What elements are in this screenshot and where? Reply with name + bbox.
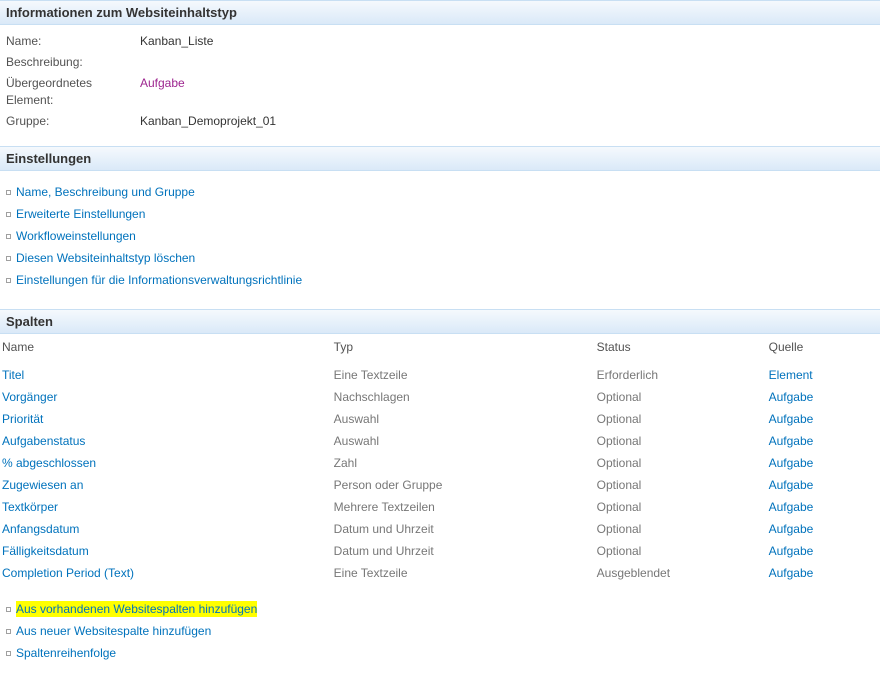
column-name-link[interactable]: Anfangsdatum <box>2 522 79 536</box>
settings-link-item: Diesen Websiteinhaltstyp löschen <box>6 247 874 269</box>
column-source-link[interactable]: Aufgabe <box>769 522 814 536</box>
column-status: Optional <box>587 386 759 408</box>
section-header-info: Informationen zum Websiteinhaltstyp <box>0 0 880 25</box>
column-name-link[interactable]: Vorgänger <box>2 390 57 404</box>
column-status: Optional <box>587 452 759 474</box>
column-status: Optional <box>587 474 759 496</box>
info-value: Kanban_Demoprojekt_01 <box>140 113 276 130</box>
column-action-item: Aus neuer Websitespalte hinzufügen <box>6 620 874 642</box>
bullet-icon <box>6 190 11 195</box>
table-row: Vorgänger NachschlagenOptional Aufgabe <box>0 386 880 408</box>
column-type: Eine Textzeile <box>324 364 587 386</box>
section-header-columns: Spalten <box>0 309 880 334</box>
column-name-link[interactable]: Fälligkeitsdatum <box>2 544 89 558</box>
column-header-name[interactable]: Name <box>0 334 324 364</box>
column-header-status[interactable]: Status <box>587 334 759 364</box>
column-type: Person oder Gruppe <box>324 474 587 496</box>
column-source-link[interactable]: Aufgabe <box>769 390 814 404</box>
column-type: Mehrere Textzeilen <box>324 496 587 518</box>
settings-link[interactable]: Diesen Websiteinhaltstyp löschen <box>16 250 195 266</box>
column-status: Optional <box>587 496 759 518</box>
parent-link[interactable]: Aufgabe <box>140 75 185 109</box>
info-label: Gruppe: <box>6 113 140 130</box>
column-type: Auswahl <box>324 430 587 452</box>
column-type: Datum und Uhrzeit <box>324 518 587 540</box>
column-source-link[interactable]: Aufgabe <box>769 544 814 558</box>
table-row: Textkörper Mehrere TextzeilenOptional Aufg… <box>0 496 880 518</box>
columns-header-row: Name Typ Status Quelle <box>0 334 880 364</box>
bullet-icon <box>6 234 11 239</box>
column-name-link[interactable]: Aufgabenstatus <box>2 434 85 448</box>
table-row: Anfangsdatum Datum und UhrzeitOptional Auf… <box>0 518 880 540</box>
column-type: Nachschlagen <box>324 386 587 408</box>
info-row-description: Beschreibung: <box>6 52 874 73</box>
bullet-icon <box>6 629 11 634</box>
settings-link-item: Name, Beschreibung und Gruppe <box>6 181 874 203</box>
column-status: Optional <box>587 430 759 452</box>
column-action-item: Spaltenreihenfolge <box>6 642 874 664</box>
column-source-link[interactable]: Aufgabe <box>769 500 814 514</box>
column-name-link[interactable]: Titel <box>2 368 24 382</box>
table-row: Priorität AuswahlOptional Aufgabe <box>0 408 880 430</box>
column-header-source[interactable]: Quelle <box>759 334 880 364</box>
column-status: Optional <box>587 518 759 540</box>
column-source-link[interactable]: Aufgabe <box>769 412 814 426</box>
settings-list: Name, Beschreibung und Gruppe Erweiterte … <box>6 181 874 291</box>
info-row-parent: Übergeordnetes Element: Aufgabe <box>6 73 874 111</box>
column-name-link[interactable]: Completion Period (Text) <box>2 566 134 580</box>
info-value: Kanban_Liste <box>140 33 213 50</box>
column-source-link[interactable]: Aufgabe <box>769 566 814 580</box>
table-row: Titel Eine TextzeileErforderlich Element <box>0 364 880 386</box>
column-status: Optional <box>587 540 759 562</box>
settings-link[interactable]: Workfloweinstellungen <box>16 228 136 244</box>
bullet-icon <box>6 256 11 261</box>
settings-link[interactable]: Einstellungen für die Informationsverwal… <box>16 272 302 288</box>
bullet-icon <box>6 607 11 612</box>
column-actions-list: Aus vorhandenen Websitespalten hinzufüge… <box>6 598 874 664</box>
column-source-link[interactable]: Aufgabe <box>769 434 814 448</box>
info-label: Name: <box>6 33 140 50</box>
column-status: Optional <box>587 408 759 430</box>
table-row: % abgeschlossen ZahlOptional Aufgabe <box>0 452 880 474</box>
column-source-link[interactable]: Element <box>769 368 813 382</box>
column-name-link[interactable]: % abgeschlossen <box>2 456 96 470</box>
table-row: Fälligkeitsdatum Datum und UhrzeitOptiona… <box>0 540 880 562</box>
info-table: Name: Kanban_Liste Beschreibung: Übergeo… <box>6 31 874 132</box>
settings-link[interactable]: Erweiterte Einstellungen <box>16 206 145 222</box>
info-label: Übergeordnetes Element: <box>6 75 140 109</box>
column-type: Zahl <box>324 452 587 474</box>
column-name-link[interactable]: Zugewiesen an <box>2 478 83 492</box>
bullet-icon <box>6 212 11 217</box>
bullet-icon <box>6 651 11 656</box>
column-source-link[interactable]: Aufgabe <box>769 478 814 492</box>
info-label: Beschreibung: <box>6 54 140 71</box>
column-type: Auswahl <box>324 408 587 430</box>
column-name-link[interactable]: Priorität <box>2 412 43 426</box>
column-action-item: Aus vorhandenen Websitespalten hinzufüge… <box>6 598 874 620</box>
column-status: Erforderlich <box>587 364 759 386</box>
bullet-icon <box>6 278 11 283</box>
column-header-type[interactable]: Typ <box>324 334 587 364</box>
settings-link-item: Erweiterte Einstellungen <box>6 203 874 225</box>
settings-link-item: Einstellungen für die Informationsverwal… <box>6 269 874 291</box>
column-type: Datum und Uhrzeit <box>324 540 587 562</box>
table-row: Aufgabenstatus AuswahlOptional Aufgabe <box>0 430 880 452</box>
column-status: Ausgeblendet <box>587 562 759 584</box>
column-action-link[interactable]: Spaltenreihenfolge <box>16 645 116 661</box>
column-action-link[interactable]: Aus vorhandenen Websitespalten hinzufüge… <box>16 601 257 617</box>
settings-link[interactable]: Name, Beschreibung und Gruppe <box>16 184 195 200</box>
table-row: Completion Period (Text)Eine TextzeileAu… <box>0 562 880 584</box>
info-row-name: Name: Kanban_Liste <box>6 31 874 52</box>
column-source-link[interactable]: Aufgabe <box>769 456 814 470</box>
section-header-settings: Einstellungen <box>0 146 880 171</box>
settings-link-item: Workfloweinstellungen <box>6 225 874 247</box>
column-name-link[interactable]: Textkörper <box>2 500 58 514</box>
column-type: Eine Textzeile <box>324 562 587 584</box>
table-row: Zugewiesen an Person oder GruppeOptional A… <box>0 474 880 496</box>
columns-table: Name Typ Status Quelle Titel Eine Textzei… <box>0 334 880 584</box>
info-row-group: Gruppe: Kanban_Demoprojekt_01 <box>6 111 874 132</box>
column-action-link[interactable]: Aus neuer Websitespalte hinzufügen <box>16 623 211 639</box>
